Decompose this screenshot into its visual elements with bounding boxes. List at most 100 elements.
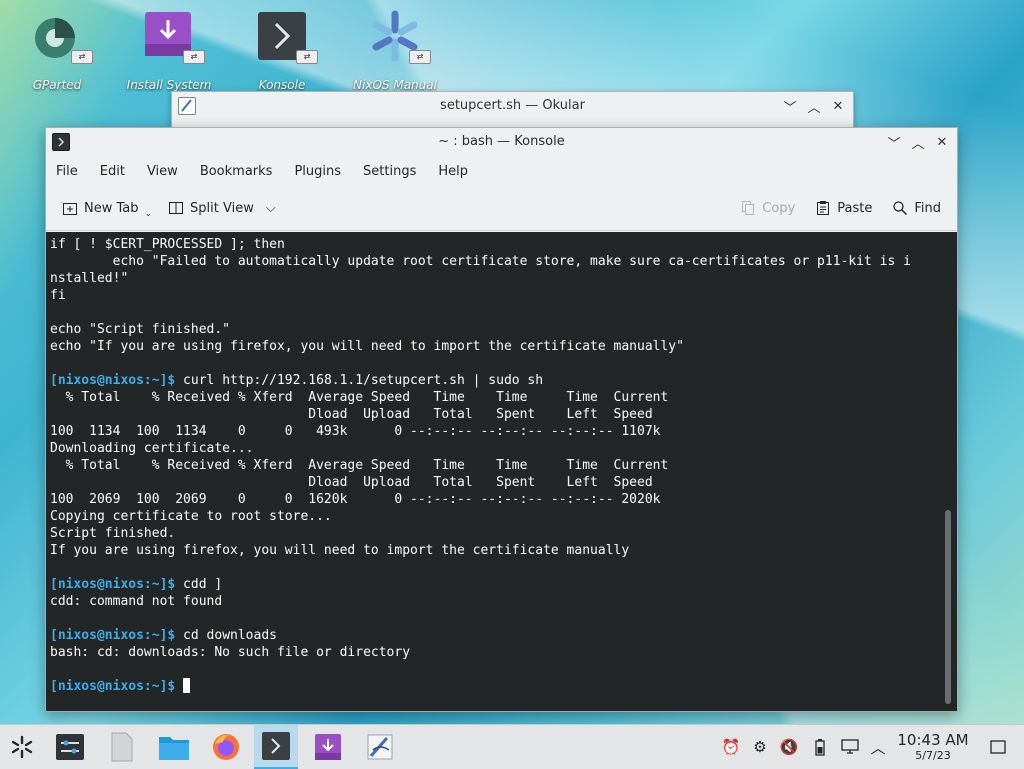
close-icon[interactable]: ✕ bbox=[933, 133, 951, 151]
menu-settings[interactable]: Settings bbox=[363, 164, 416, 179]
scrollbar[interactable] bbox=[945, 510, 951, 704]
paste-icon bbox=[815, 200, 831, 216]
terminal-command-line: [nixos@nixos:~]$ bbox=[50, 678, 957, 695]
kde-connect-icon[interactable]: ⚙ bbox=[748, 725, 772, 769]
terminal-line-text bbox=[175, 679, 183, 694]
menu-edit[interactable]: Edit bbox=[100, 164, 125, 179]
task-install-system[interactable] bbox=[306, 725, 350, 769]
copy-label: Copy bbox=[762, 200, 796, 216]
split-view-label: Split View bbox=[190, 200, 254, 216]
clock-date: 5/7/23 bbox=[915, 749, 951, 762]
terminal-line-text: Script finished. bbox=[50, 526, 176, 541]
okular-title: setupcert.sh — Okular bbox=[440, 98, 585, 113]
terminal-line bbox=[50, 559, 957, 576]
terminal-line-text: nstalled!" bbox=[50, 271, 129, 286]
terminal-line-text: echo "Script finished." bbox=[50, 322, 231, 337]
link-badge-icon: ⇄ bbox=[296, 50, 318, 64]
desktop-icon-label: NixOS Manual bbox=[353, 78, 437, 92]
terminal-line-text: % Total % Received % Xferd Average Speed… bbox=[50, 390, 669, 405]
terminal-line-text: if [ ! $CERT_PROCESSED ]; then bbox=[50, 237, 285, 252]
battery-icon[interactable] bbox=[808, 725, 832, 769]
toolbar: New Tab ⌄ Split View ⌵ Copy Paste Find bbox=[46, 186, 957, 231]
file-icon bbox=[111, 732, 133, 762]
task-firefox[interactable] bbox=[204, 725, 248, 769]
terminal-line bbox=[50, 355, 957, 372]
terminal-line-text: echo "Failed to automatically update roo… bbox=[50, 254, 911, 269]
desktop-icon-nixos-manual[interactable]: ⇄ NixOS Manual bbox=[345, 8, 445, 92]
install-system-icon: ⇄ bbox=[141, 8, 205, 64]
clock[interactable]: 10:43 AM 5/7/23 bbox=[892, 731, 974, 763]
terminal-command-line: [nixos@nixos:~]$ cdd ] bbox=[50, 576, 957, 593]
okular-window-buttons: ﹀ ︿ ✕ bbox=[781, 92, 847, 120]
task-dolphin[interactable] bbox=[152, 725, 196, 769]
chevron-up-icon[interactable]: ︿ bbox=[866, 725, 890, 769]
terminal-line-text: % Total % Received % Xferd Average Speed… bbox=[50, 458, 669, 473]
task-okular[interactable] bbox=[358, 725, 402, 769]
terminal-line: 100 2069 100 2069 0 0 1620k 0 --:--:-- -… bbox=[50, 491, 957, 508]
maximize-icon[interactable]: ︿ bbox=[909, 133, 927, 152]
terminal-line: fi bbox=[50, 287, 957, 304]
desktop-icon-label: GParted bbox=[32, 78, 82, 92]
menu-bookmarks[interactable]: Bookmarks bbox=[200, 164, 273, 179]
notifications-icon[interactable]: ⏰ bbox=[719, 725, 743, 769]
app-launcher-button[interactable] bbox=[0, 725, 44, 769]
link-badge-icon: ⇄ bbox=[409, 50, 431, 64]
konsole-icon bbox=[262, 732, 290, 760]
minimize-icon[interactable]: ﹀ bbox=[781, 97, 799, 116]
terminal-line-text: echo "If you are using firefox, you will… bbox=[50, 339, 684, 354]
nixos-manual-icon: ⇄ bbox=[367, 8, 431, 64]
terminal-line-text: fi bbox=[50, 288, 66, 303]
task-system-settings[interactable] bbox=[48, 725, 92, 769]
terminal-line: nstalled!" bbox=[50, 270, 957, 287]
terminal-line: Script finished. bbox=[50, 525, 957, 542]
toolbar-right: Copy Paste Find bbox=[732, 193, 949, 223]
terminal-line-text: cd downloads bbox=[175, 628, 277, 643]
terminal-command-line: [nixos@nixos:~]$ curl http://192.168.1.1… bbox=[50, 372, 957, 389]
new-tab-label: New Tab bbox=[84, 200, 139, 216]
terminal-view[interactable]: if [ ! $CERT_PROCESSED ]; then echo "Fai… bbox=[46, 232, 957, 711]
desktop-icon-label: Konsole bbox=[258, 78, 306, 92]
link-badge-icon: ⇄ bbox=[183, 50, 205, 64]
desktop-icon-gparted[interactable]: ⇄ GParted bbox=[7, 8, 107, 92]
chevron-down-icon: ⌵ bbox=[265, 200, 276, 216]
menu-view[interactable]: View bbox=[147, 164, 178, 179]
copy-button[interactable]: Copy bbox=[732, 193, 803, 223]
new-tab-icon bbox=[62, 200, 78, 216]
new-tab-button[interactable]: New Tab ⌄ bbox=[54, 193, 160, 223]
terminal-line: % Total % Received % Xferd Average Speed… bbox=[50, 457, 957, 474]
terminal-line-text: 100 2069 100 2069 0 0 1620k 0 --:--:-- -… bbox=[50, 492, 661, 507]
settings-icon bbox=[56, 734, 84, 760]
split-view-button[interactable]: Split View ⌵ bbox=[160, 193, 284, 223]
okular-window[interactable]: setupcert.sh — Okular ﹀ ︿ ✕ bbox=[171, 91, 854, 129]
terminal-line: Dload Upload Total Spent Left Speed bbox=[50, 474, 957, 491]
shell-prompt: [nixos@nixos:~]$ bbox=[50, 679, 176, 694]
volume-muted-icon[interactable]: 🔇 bbox=[777, 725, 801, 769]
terminal-output: if [ ! $CERT_PROCESSED ]; then echo "Fai… bbox=[46, 232, 957, 695]
task-konsole[interactable] bbox=[254, 725, 298, 769]
terminal-line: 100 1134 100 1134 0 0 493k 0 --:--:-- --… bbox=[50, 423, 957, 440]
terminal-line-text bbox=[50, 356, 58, 371]
konsole-titlebar[interactable]: ~ : bash — Konsole ﹀ ︿ ✕ bbox=[46, 128, 957, 156]
terminal-line-text: Dload Upload Total Spent Left Speed bbox=[50, 407, 653, 422]
task-files[interactable] bbox=[100, 725, 144, 769]
desktop-icon-install-system[interactable]: ⇄ Install System bbox=[119, 8, 219, 92]
show-desktop-icon[interactable] bbox=[986, 725, 1010, 769]
terminal-line-text: bash: cd: downloads: No such file or dir… bbox=[50, 645, 411, 660]
desktop-icon-konsole[interactable]: ⇄ Konsole bbox=[232, 8, 332, 92]
chevron-down-icon: ⌄ bbox=[144, 209, 153, 219]
close-icon[interactable]: ✕ bbox=[829, 97, 847, 115]
terminal-line: echo "If you are using firefox, you will… bbox=[50, 338, 957, 355]
okular-icon bbox=[367, 734, 393, 760]
terminal-line bbox=[50, 304, 957, 321]
konsole-window[interactable]: ~ : bash — Konsole ﹀ ︿ ✕ File Edit View … bbox=[45, 127, 958, 712]
maximize-icon[interactable]: ︿ bbox=[805, 97, 823, 116]
menu-help[interactable]: Help bbox=[438, 164, 468, 179]
find-button[interactable]: Find bbox=[884, 193, 949, 223]
network-icon[interactable] bbox=[838, 725, 862, 769]
minimize-icon[interactable]: ﹀ bbox=[885, 133, 903, 152]
menu-file[interactable]: File bbox=[56, 164, 78, 179]
menubar: File Edit View Bookmarks Plugins Setting… bbox=[46, 156, 957, 186]
menu-plugins[interactable]: Plugins bbox=[294, 164, 341, 179]
terminal-line-text bbox=[50, 662, 58, 677]
paste-button[interactable]: Paste bbox=[807, 193, 880, 223]
